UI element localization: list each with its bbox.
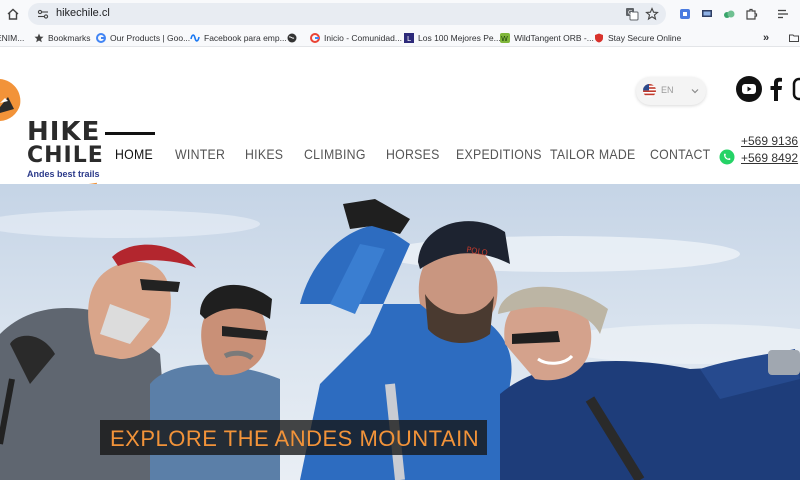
bookmark-label: Los 100 Mejores Pe... <box>418 32 501 43</box>
logo-text-chile: CHILE <box>27 143 104 168</box>
whatsapp-icon[interactable] <box>719 149 735 165</box>
language-code: EN <box>661 85 674 95</box>
nav-winter[interactable]: WINTER <box>175 146 225 162</box>
home-icon[interactable] <box>5 6 21 22</box>
bookmark-item[interactable]: Stay Secure Online <box>594 31 681 44</box>
extension-blue-icon[interactable] <box>678 7 692 21</box>
bookmark-item[interactable]: Facebook para emp... <box>190 31 287 44</box>
chevron-down-icon <box>691 89 699 94</box>
hero-image: POLO EXPLORE THE ANDES MOUNTAIN <box>0 184 800 480</box>
nav-active-indicator <box>105 132 155 135</box>
nav-home[interactable]: HOME <box>115 146 153 162</box>
bookmark-label: WildTangent ORB -... <box>514 32 594 43</box>
extensions-puzzle-icon[interactable] <box>744 7 758 21</box>
site-info-icon[interactable] <box>36 7 50 21</box>
hero-banner: EXPLORE THE ANDES MOUNTAIN <box>100 420 487 455</box>
phone-link[interactable]: +569 9136 <box>741 134 798 148</box>
l-icon: L <box>404 32 414 43</box>
bookmark-star-icon[interactable] <box>645 7 659 21</box>
nav-horses[interactable]: HORSES <box>386 146 440 162</box>
svg-text:W: W <box>501 35 508 43</box>
meta-icon <box>190 33 200 42</box>
bookmark-label: Facebook para emp... <box>204 32 287 43</box>
address-bar[interactable]: hikechile.cl G <box>28 3 666 25</box>
bookmark-label: Stay Secure Online <box>608 32 682 43</box>
youtube-icon[interactable] <box>735 75 763 103</box>
bookmark-label: Bookmarks <box>48 32 91 43</box>
translate-icon[interactable]: G <box>625 7 639 21</box>
bookmark-item[interactable]: L Los 100 Mejores Pe... <box>404 31 501 44</box>
reading-list-icon[interactable] <box>776 7 790 21</box>
bookmark-item[interactable]: ENIM... <box>0 31 24 44</box>
other-bookmarks-folder-icon[interactable] <box>789 31 799 44</box>
extension-monitor-icon[interactable] <box>700 7 714 21</box>
extension-cloud-icon[interactable] <box>722 7 736 21</box>
shield-icon <box>595 33 603 42</box>
instagram-icon[interactable] <box>792 75 800 103</box>
nav-hikes[interactable]: HIKES <box>245 146 283 162</box>
bookmark-item[interactable]: W WildTangent ORB -... <box>500 31 594 44</box>
facebook-icon[interactable] <box>768 75 784 103</box>
logo-tagline: Andes best trails <box>27 169 100 179</box>
svg-text:L: L <box>407 35 411 43</box>
wildtangent-icon: W <box>500 32 510 43</box>
site-logo[interactable]: HIKE CHILE Andes best trails <box>0 77 110 189</box>
bookmarks-overflow-chevron-icon[interactable]: » <box>763 31 769 44</box>
browser-toolbar: hikechile.cl G <box>0 0 800 28</box>
website: HIKE CHILE Andes best trails EN HOME WIN… <box>0 47 800 480</box>
star-icon <box>34 33 44 42</box>
mountain-sun-icon <box>0 79 21 121</box>
bookmark-item[interactable]: Our Products | Goo... <box>96 31 190 44</box>
bookmark-item[interactable] <box>287 31 297 44</box>
globe-icon <box>287 33 297 42</box>
nav-tailor-made[interactable]: TAILOR MADE <box>550 146 636 162</box>
svg-text:G: G <box>628 10 633 17</box>
nav-climbing[interactable]: CLIMBING <box>304 146 366 162</box>
bookmark-label: ENIM... <box>0 32 25 43</box>
google-icon <box>310 32 320 43</box>
nav-contact[interactable]: CONTACT <box>650 146 710 162</box>
phone-link[interactable]: +569 8492 <box>741 151 798 165</box>
google-icon <box>96 32 106 43</box>
bookmark-label: Our Products | Goo... <box>110 32 191 43</box>
nav-expeditions[interactable]: EXPEDITIONS <box>456 146 542 162</box>
hero-title: EXPLORE THE ANDES MOUNTAIN <box>110 426 480 451</box>
bookmark-folder-bookmarks[interactable]: Bookmarks <box>34 31 91 44</box>
url-text[interactable]: hikechile.cl <box>56 7 110 19</box>
bookmark-item[interactable]: Inicio - Comunidad... <box>310 31 402 44</box>
bookmarks-bar: ENIM... Bookmarks Our Products | Goo... … <box>0 28 800 47</box>
bookmark-label: Inicio - Comunidad... <box>324 32 402 43</box>
language-selector[interactable]: EN <box>636 77 706 105</box>
us-flag-icon <box>643 84 656 97</box>
